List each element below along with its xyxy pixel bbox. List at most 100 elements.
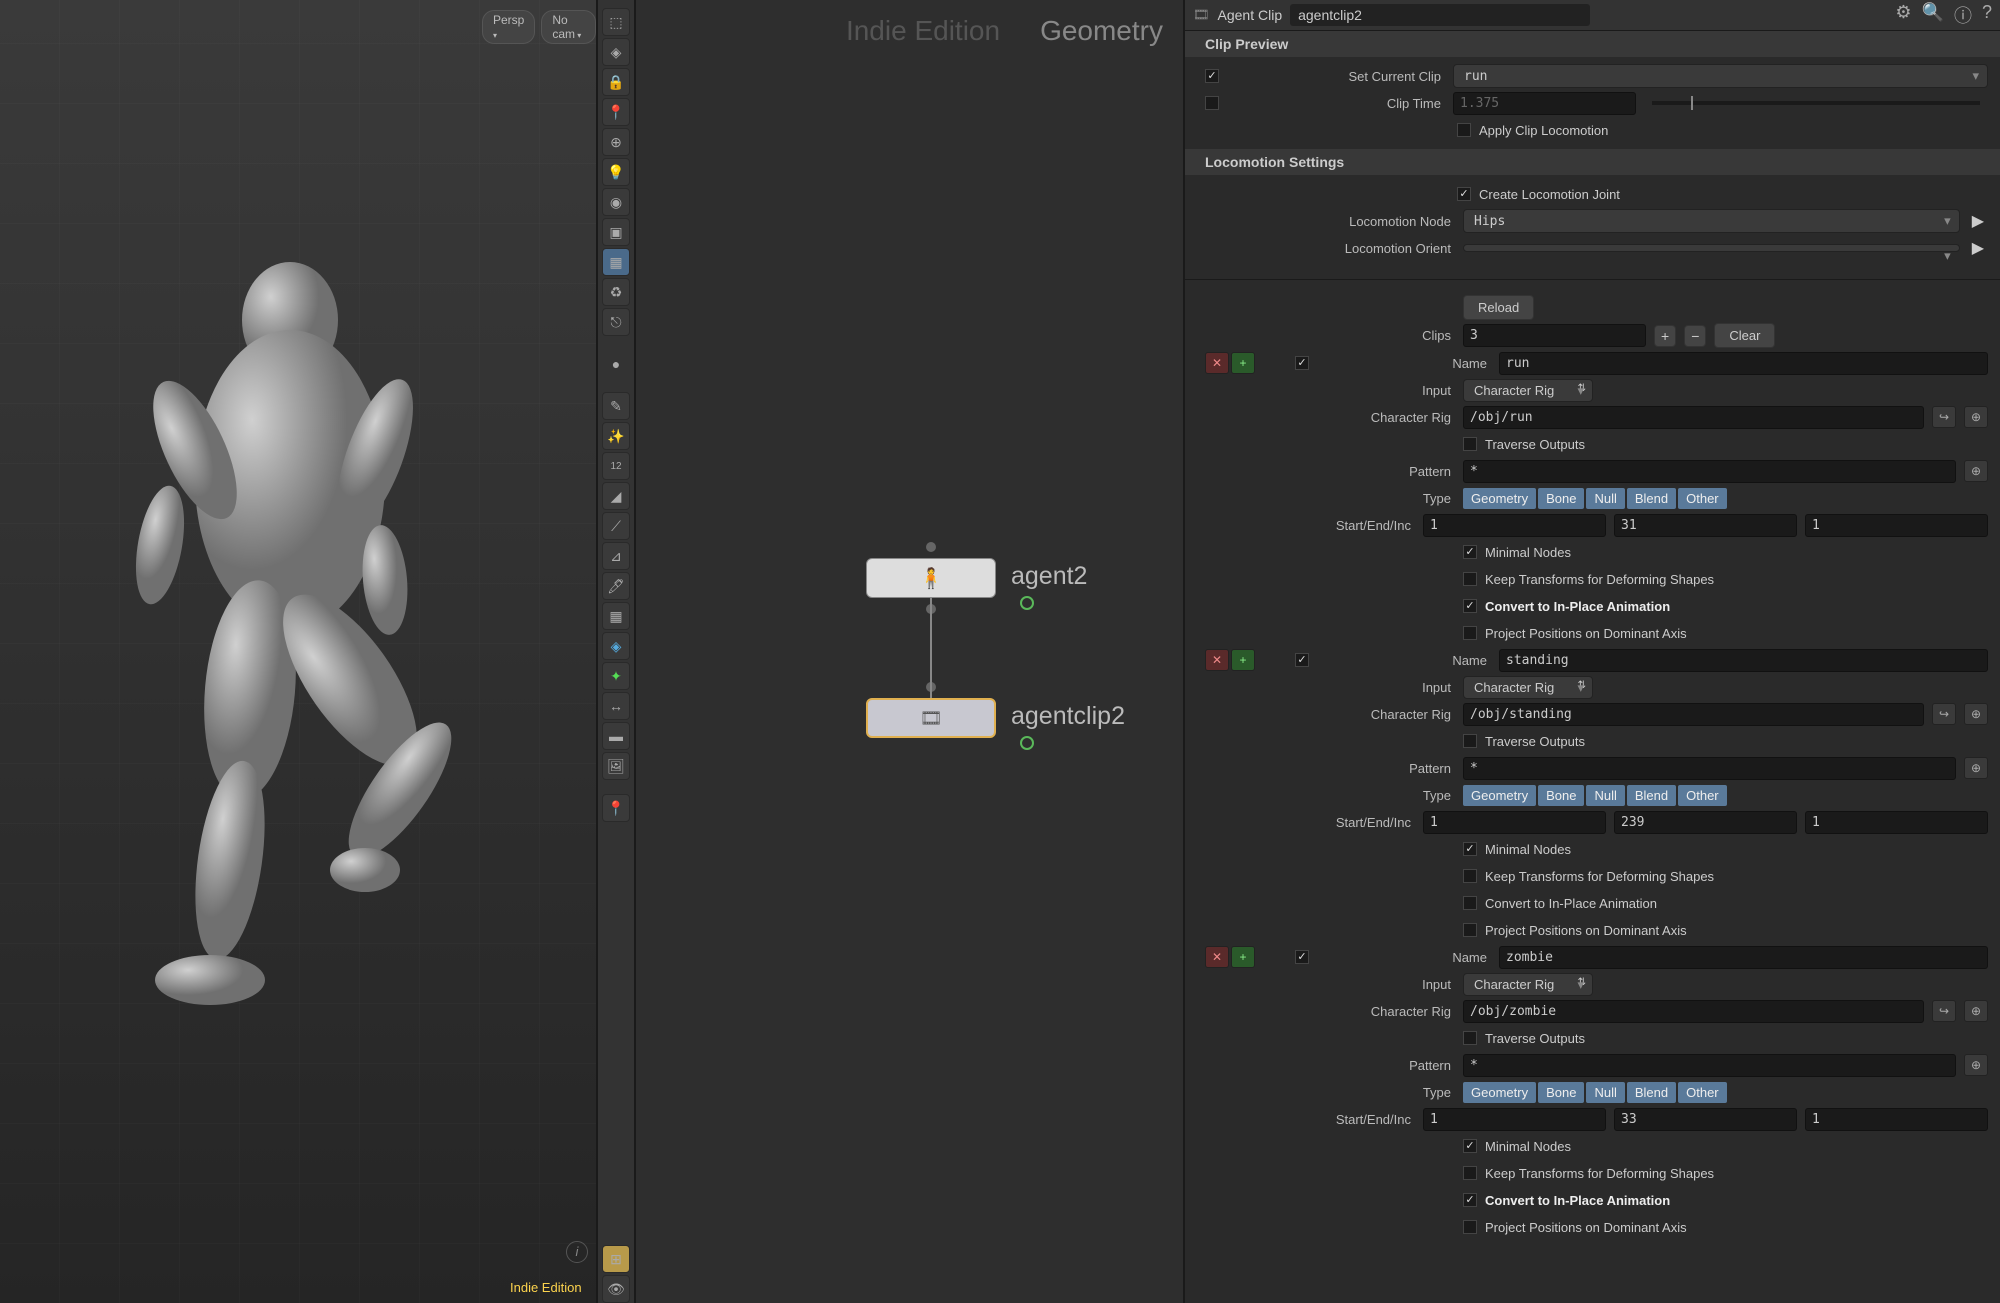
tool-icon[interactable]: ⊕ <box>602 128 630 156</box>
add-clip-button[interactable]: + <box>1654 325 1676 347</box>
wand-icon[interactable]: ✨ <box>602 422 630 450</box>
network-view[interactable]: Indie Edition Geometry 🧍 agent2 🎞 agentc… <box>636 0 1185 1303</box>
chooser-icon[interactable]: ⊕ <box>1964 406 1988 428</box>
jump-icon[interactable]: ↪ <box>1932 703 1956 725</box>
recycle-icon[interactable]: ♻ <box>602 278 630 306</box>
type-toggle[interactable]: Other <box>1678 488 1727 509</box>
type-toggle[interactable]: Bone <box>1538 1082 1584 1103</box>
help-icon[interactable]: ? <box>1982 2 1992 28</box>
info-icon[interactable]: ⓘ <box>1954 2 1972 28</box>
clip-name-input[interactable] <box>1499 352 1988 375</box>
tool-icon[interactable]: ⟋ <box>602 512 630 540</box>
checkbox[interactable] <box>1463 1139 1477 1153</box>
delete-row-icon[interactable]: ✕ <box>1205 649 1229 671</box>
locomotion-node-select[interactable]: Hips <box>1463 209 1960 233</box>
type-toggle[interactable]: Geometry <box>1463 785 1536 806</box>
checkbox[interactable] <box>1463 734 1477 748</box>
inc-input[interactable] <box>1805 811 1988 834</box>
diamond-icon[interactable]: ◈ <box>602 632 630 660</box>
apply-locomotion-check[interactable] <box>1457 123 1471 137</box>
gear-icon[interactable]: ⚙ <box>1895 2 1911 28</box>
tool-icon[interactable]: ⬚ <box>602 8 630 36</box>
checkbox[interactable] <box>1463 1220 1477 1234</box>
jump-icon[interactable]: ▶ <box>1968 238 1988 258</box>
node-agent2[interactable]: 🧍 agent2 <box>866 558 996 598</box>
enable-clip-check[interactable] <box>1295 653 1309 667</box>
brush-icon[interactable]: ✎ <box>602 392 630 420</box>
node-agentclip2[interactable]: 🎞 agentclip2 <box>866 698 996 738</box>
checkbox[interactable] <box>1463 545 1477 559</box>
tool-icon[interactable]: ✦ <box>602 662 630 690</box>
type-toggle[interactable]: Blend <box>1627 488 1676 509</box>
delete-row-icon[interactable]: ✕ <box>1205 352 1229 374</box>
tool-icon[interactable]: ▦ <box>602 248 630 276</box>
clip-time-check[interactable] <box>1205 96 1219 110</box>
info-icon[interactable]: i <box>566 1241 588 1263</box>
type-toggle[interactable]: Bone <box>1538 785 1584 806</box>
jump-icon[interactable]: ↪ <box>1932 406 1956 428</box>
pattern-input[interactable] <box>1463 1054 1956 1077</box>
type-toggle[interactable]: Bone <box>1538 488 1584 509</box>
pattern-input[interactable] <box>1463 460 1956 483</box>
start-input[interactable] <box>1423 1108 1606 1131</box>
chooser-icon[interactable]: ⊕ <box>1964 1000 1988 1022</box>
tool-icon[interactable]: ▬ <box>602 722 630 750</box>
tool-icon[interactable]: ↔ <box>602 692 630 720</box>
checkbox[interactable] <box>1463 599 1477 613</box>
checkbox[interactable] <box>1463 572 1477 586</box>
clip-time-input[interactable] <box>1453 92 1636 115</box>
checkbox[interactable] <box>1463 842 1477 856</box>
pattern-input[interactable] <box>1463 757 1956 780</box>
char-rig-input[interactable] <box>1463 703 1924 726</box>
tool-icon[interactable]: ◉ <box>602 188 630 216</box>
clip-time-slider[interactable] <box>1652 101 1980 105</box>
clip-name-input[interactable] <box>1499 946 1988 969</box>
type-toggle[interactable]: Other <box>1678 1082 1727 1103</box>
add-row-icon[interactable]: + <box>1231 352 1255 374</box>
section-clip-preview[interactable]: Clip Preview <box>1185 31 2000 57</box>
current-clip-select[interactable]: run <box>1453 64 1988 88</box>
lock-icon[interactable]: 🔒 <box>602 68 630 96</box>
char-rig-input[interactable] <box>1463 406 1924 429</box>
char-rig-input[interactable] <box>1463 1000 1924 1023</box>
grid-icon[interactable]: ⊞ <box>602 1245 630 1273</box>
camera-menu[interactable]: No cam ▾ <box>541 10 596 44</box>
tool-icon[interactable]: ▣ <box>602 218 630 246</box>
checkbox[interactable] <box>1463 896 1477 910</box>
eye-icon[interactable]: 👁 <box>602 1275 630 1303</box>
type-toggle[interactable]: Null <box>1586 488 1624 509</box>
chooser-icon[interactable]: ⊕ <box>1964 703 1988 725</box>
dot-icon[interactable]: ● <box>602 350 630 378</box>
checkbox[interactable] <box>1463 1166 1477 1180</box>
add-row-icon[interactable]: + <box>1231 946 1255 968</box>
image-icon[interactable]: 🖼 <box>602 752 630 780</box>
type-toggle[interactable]: Geometry <box>1463 1082 1536 1103</box>
type-toggle[interactable]: Null <box>1586 1082 1624 1103</box>
start-input[interactable] <box>1423 811 1606 834</box>
locomotion-orient-select[interactable] <box>1463 244 1960 252</box>
tool-icon[interactable]: 12 <box>602 452 630 480</box>
jump-icon[interactable]: ▶ <box>1968 211 1988 231</box>
tool-icon[interactable]: ⎋ <box>602 308 630 336</box>
section-locomotion[interactable]: Locomotion Settings <box>1185 149 2000 175</box>
clear-button[interactable]: Clear <box>1714 323 1775 348</box>
checkbox[interactable] <box>1463 869 1477 883</box>
set-current-clip-check[interactable] <box>1205 69 1219 83</box>
input-select[interactable]: Character Rig ⇅ <box>1463 973 1593 996</box>
reload-button[interactable]: Reload <box>1463 295 1534 320</box>
type-toggle[interactable]: Geometry <box>1463 488 1536 509</box>
checkbox[interactable] <box>1463 626 1477 640</box>
input-select[interactable]: Character Rig ⇅ <box>1463 379 1593 402</box>
checkbox[interactable] <box>1463 923 1477 937</box>
marker-icon[interactable]: 📍 <box>602 794 630 822</box>
chooser-icon[interactable]: ⊕ <box>1964 460 1988 482</box>
add-row-icon[interactable]: + <box>1231 649 1255 671</box>
node-input-connector[interactable] <box>926 542 936 552</box>
checker-icon[interactable]: ▦ <box>602 602 630 630</box>
clips-count-input[interactable] <box>1463 324 1646 347</box>
inc-input[interactable] <box>1805 1108 1988 1131</box>
checkbox[interactable] <box>1463 437 1477 451</box>
persp-menu[interactable]: Persp ▾ <box>482 10 535 44</box>
inc-input[interactable] <box>1805 514 1988 537</box>
light-icon[interactable]: 💡 <box>602 158 630 186</box>
